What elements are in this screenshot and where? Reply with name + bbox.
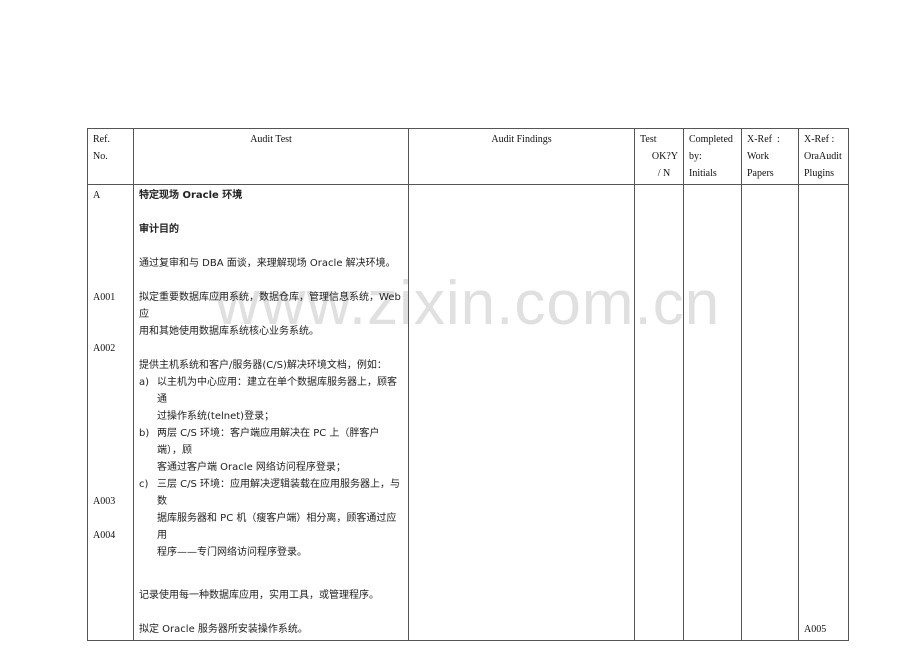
header-ref-no: Ref. No. [87,128,134,185]
header-xref-work-papers: X-Ref : Work Papers [741,128,799,185]
list-item: a) 以主机为中心应用：建立在单个数据库服务器上，顾客通 过操作系统(telne… [139,377,397,422]
completed-by-cell [683,184,742,641]
list-item: b) 两层 C/S 环境：客户端应用解决在 PC 上（胖客户端），顾 客通过客户… [139,428,380,473]
header-row: Ref. No. Audit Test Audit Findings Test … [87,128,849,185]
audit-table: Ref. No. Audit Test Audit Findings Test … [87,128,849,641]
header-test-ok: Test OK?Y / N [634,128,684,185]
audit-findings-cell [408,184,635,641]
test-ok-cell [634,184,684,641]
header-audit-findings: Audit Findings [408,128,635,185]
section-ref: A [93,190,101,201]
xref-work-papers-cell [741,184,799,641]
objective-text: 通过复审和与 DBA 面谈，来理解现场 Oracle 解决环境。 [139,258,396,269]
header-audit-test: Audit Test [133,128,409,185]
audit-test-cell: 特定现场 Oracle 环境 审计目的 通过复审和与 DBA 面谈，来理解现场 … [133,184,409,641]
a004-text: 拟定 Oracle 服务器所安装操作系统。 [139,624,308,635]
a001-text: 拟定重要数据库应用系统，数据仓库，管理信息系统，Web 应 用和其她使用数据库系… [139,292,401,337]
section-title: 特定现场 Oracle 环境 [139,190,243,201]
a003-text: 记录使用每一种数据库应用，实用工具，或管理程序。 [139,590,379,601]
list-item: c) 三层 C/S 环境：应用解决逻辑装载在应用服务器上，与数 据库服务器和 P… [139,479,401,558]
xref-oraaudit-plugins-cell: A005 [798,184,849,641]
objective-heading: 审计目的 [139,224,179,235]
header-xref-oraaudit-plugins: X-Ref : OraAudit Plugins [798,128,849,185]
a002-text: 提供主机系统和客户/服务器(C/S)解决环境文档，例如： a) 以主机为中心应用… [139,357,403,561]
row-ref-a001: A001 [93,292,116,303]
table-row: A A001 A002 A003 A004 特定现场 Oracle 环境 审计目… [87,184,849,641]
row-ref-a003: A003 [93,496,116,507]
row-ref-a002: A002 [93,343,116,354]
ref-column-cell: A A001 A002 A003 A004 [87,184,134,641]
row-ref-a004: A004 [93,530,116,541]
a004-xref-plugins: A005 [804,624,827,635]
header-completed-by: Completed by: Initials [683,128,742,185]
